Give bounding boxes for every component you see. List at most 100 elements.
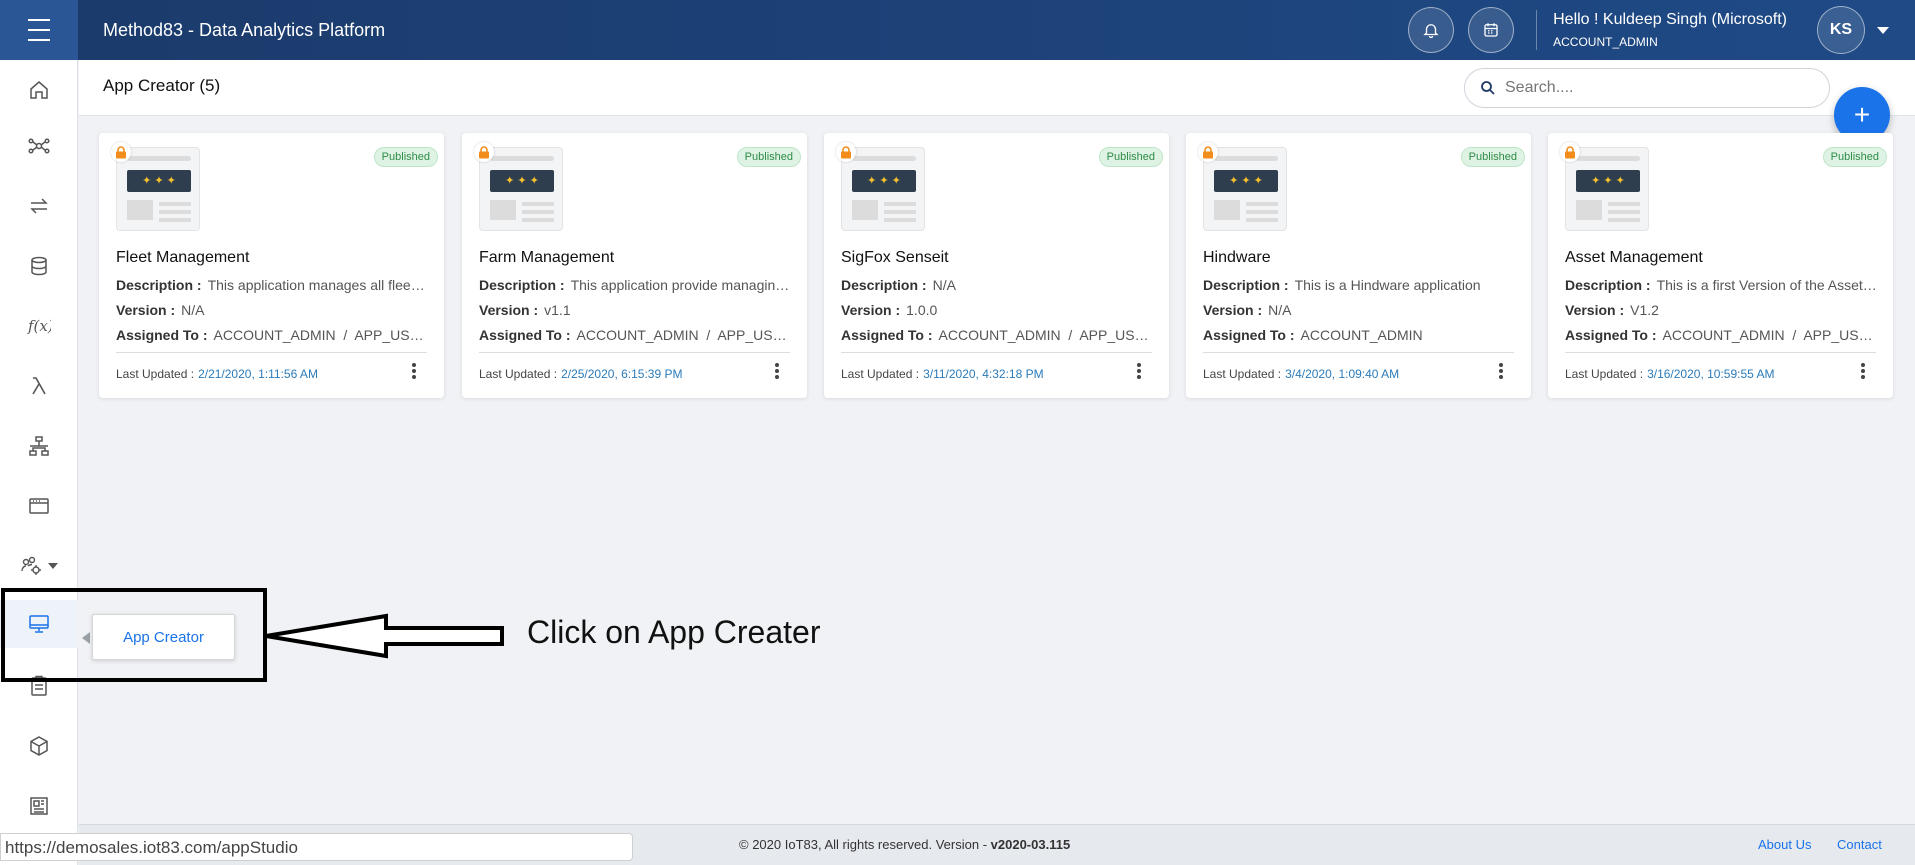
card-assigned: Assigned To : ACCOUNT_ADMIN / APP_USER <box>479 327 791 343</box>
dashboard-icon <box>30 797 48 815</box>
sidebar-item-database[interactable] <box>0 242 78 290</box>
bell-icon <box>1423 24 1439 39</box>
version-value: N/A <box>1268 302 1292 318</box>
card-updated: Last Updated :2/21/2020, 1:11:56 AM <box>116 367 318 381</box>
database-icon <box>31 256 47 276</box>
version-value: N/A <box>181 302 205 318</box>
app-thumbnail: ✦ ✦ ✦ <box>841 147 925 231</box>
version-value: V1.2 <box>1630 302 1659 318</box>
copyright-label: © 2020 IoT83, All rights reserved. Versi… <box>739 837 991 852</box>
cube-icon <box>30 736 48 756</box>
sidebar-item-home[interactable] <box>0 66 78 114</box>
lambda-icon <box>32 377 46 395</box>
browser-status-url: https://demosales.iot83.com/appStudio <box>0 833 633 861</box>
sidebar-item-transfer[interactable] <box>0 182 78 230</box>
assigned-label: Assigned To : <box>1565 327 1657 343</box>
contact-link[interactable]: Contact <box>1837 837 1882 852</box>
app-card[interactable]: ✦ ✦ ✦ Published Fleet Management Descrip… <box>99 133 444 398</box>
status-badge: Published <box>1098 147 1163 167</box>
description-label: Description : <box>841 277 927 293</box>
user-name: Hello ! Kuldeep Singh (Microsoft) <box>1553 11 1787 28</box>
page-toolbar: App Creator (5) <box>79 60 1915 116</box>
sidebar-item-settings-group[interactable] <box>0 542 78 590</box>
version-text: v2020-03.115 <box>990 837 1071 852</box>
version-value: v1.1 <box>544 302 571 318</box>
updated-label: Last Updated : <box>1565 367 1644 381</box>
assigned-value: ACCOUNT_ADMIN / APP_USER <box>213 327 428 343</box>
card-title: Hindware <box>1203 249 1271 266</box>
sidebar-item-network[interactable] <box>0 122 78 170</box>
card-description: Description : This is a Hindware applicat… <box>1203 277 1515 293</box>
notifications-button[interactable] <box>1408 7 1455 53</box>
calendar-icon <box>1484 23 1498 37</box>
function-icon: f(x) <box>27 317 51 335</box>
avatar[interactable]: KS <box>1817 6 1865 54</box>
sidebar-item-hierarchy[interactable] <box>0 422 78 470</box>
card-updated: Last Updated :2/25/2020, 6:15:39 PM <box>479 367 683 381</box>
transfer-icon <box>30 198 48 214</box>
copyright-text: © 2020 IoT83, All rights reserved. Versi… <box>739 837 1070 852</box>
app-card[interactable]: ✦ ✦ ✦ Published Farm Management Descript… <box>462 133 807 398</box>
lock-icon <box>474 142 494 162</box>
assigned-value: ACCOUNT_ADMIN / APP_USER <box>576 327 791 343</box>
hierarchy-icon <box>29 436 49 456</box>
card-divider <box>841 352 1152 353</box>
updated-label: Last Updated : <box>116 367 195 381</box>
hamburger-icon <box>28 15 50 45</box>
calendar-button[interactable] <box>1468 7 1515 53</box>
lock-icon <box>836 142 856 162</box>
menu-toggle-button[interactable] <box>0 0 78 60</box>
search-input[interactable] <box>1505 79 1805 97</box>
card-divider <box>1203 352 1514 353</box>
updated-label: Last Updated : <box>479 367 558 381</box>
about-link[interactable]: About Us <box>1758 837 1811 852</box>
window-icon <box>29 498 49 514</box>
user-menu-dropdown-icon[interactable] <box>1877 26 1889 34</box>
app-card[interactable]: ✦ ✦ ✦ Published Hindware Description : Th… <box>1186 133 1531 398</box>
status-badge: Published <box>373 147 438 167</box>
sidebar-item-lambda[interactable] <box>0 362 78 410</box>
assigned-label: Assigned To : <box>841 327 933 343</box>
more-options-icon[interactable] <box>1499 363 1503 379</box>
description-label: Description : <box>1565 277 1651 293</box>
more-options-icon[interactable] <box>775 363 779 379</box>
more-options-icon[interactable] <box>1137 363 1141 379</box>
version-label: Version : <box>116 302 176 318</box>
card-description: Description : This application provide ma… <box>479 277 791 293</box>
version-value: 1.0.0 <box>906 302 938 318</box>
card-title: SigFox Senseit <box>841 249 949 266</box>
search-box[interactable] <box>1464 68 1830 108</box>
app-creator-tooltip[interactable]: App Creator <box>92 614 235 660</box>
chevron-down-icon <box>48 563 58 569</box>
version-label: Version : <box>479 302 539 318</box>
version-label: Version : <box>1203 302 1263 318</box>
sidebar-item-dashboard[interactable] <box>0 782 78 830</box>
sidebar-item-functions[interactable]: f(x) <box>0 302 78 350</box>
updated-value: 2/21/2020, 1:11:56 AM <box>198 367 318 381</box>
sidebar-item-window[interactable] <box>0 482 78 530</box>
sidebar-item-cube[interactable] <box>0 722 78 770</box>
description-label: Description : <box>1203 277 1289 293</box>
assigned-value: ACCOUNT_ADMIN / APP_USER <box>1662 327 1877 343</box>
version-label: Version : <box>1565 302 1625 318</box>
more-options-icon[interactable] <box>412 363 416 379</box>
updated-label: Last Updated : <box>1203 367 1282 381</box>
card-updated: Last Updated :3/4/2020, 1:09:40 AM <box>1203 367 1399 381</box>
updated-value: 3/4/2020, 1:09:40 AM <box>1285 367 1400 381</box>
user-greeting: Hello ! Kuldeep Singh (Microsoft) ACCOUN… <box>1553 11 1787 49</box>
more-options-icon[interactable] <box>1861 363 1865 379</box>
description-value: This application provide managing farms <box>570 277 791 293</box>
top-header: Method83 - Data Analytics Platform Hello… <box>0 0 1915 60</box>
network-icon <box>28 138 50 154</box>
settings-group-icon <box>21 556 41 575</box>
card-version: Version : N/A <box>116 302 428 318</box>
search-icon <box>1481 81 1495 95</box>
card-title: Asset Management <box>1565 249 1703 266</box>
app-card[interactable]: ✦ ✦ ✦ Published Asset Management Descrip… <box>1548 133 1893 398</box>
status-badge: Published <box>1822 147 1887 167</box>
lock-icon <box>1198 142 1218 162</box>
description-value: This is a Hindware application <box>1294 277 1481 293</box>
assigned-label: Assigned To : <box>479 327 571 343</box>
tooltip-arrow <box>82 632 90 644</box>
app-card[interactable]: ✦ ✦ ✦ Published SigFox Senseit Descripti… <box>824 133 1169 398</box>
